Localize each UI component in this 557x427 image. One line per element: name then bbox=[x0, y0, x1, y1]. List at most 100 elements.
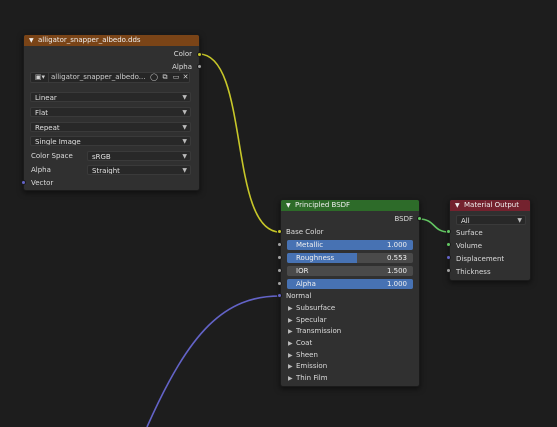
chevron-down-icon: ▼ bbox=[182, 138, 187, 145]
panel-coat[interactable]: ▶ Coat bbox=[288, 338, 312, 348]
material-output-node[interactable]: ▼ Material Output All ▼ Surface Volume Dis… bbox=[449, 199, 531, 281]
chevron-down-icon: ▼ bbox=[182, 109, 187, 116]
panel-emission[interactable]: ▶ Emission bbox=[288, 361, 327, 371]
vector-input-label: Vector bbox=[31, 179, 54, 187]
panel-label: Thin Film bbox=[296, 374, 328, 382]
principled-bsdf-node[interactable]: ▼ Principled BSDF BSDF Base Color Metalli… bbox=[280, 199, 420, 387]
material-output-title: Material Output bbox=[464, 201, 519, 209]
chevron-down-icon: ▼ bbox=[182, 167, 187, 174]
bsdf-output-label: BSDF bbox=[394, 215, 413, 223]
volume-input-socket[interactable] bbox=[446, 242, 451, 247]
base-color-label: Base Color bbox=[286, 228, 324, 236]
color-output-label: Color bbox=[173, 50, 192, 58]
chevron-down-icon: ▼ bbox=[517, 217, 522, 224]
chevron-right-icon: ▶ bbox=[288, 340, 293, 347]
color-output-socket[interactable] bbox=[197, 52, 202, 57]
extension-dropdown[interactable]: Repeat ▼ bbox=[30, 122, 191, 132]
close-icon[interactable]: ✕ bbox=[181, 73, 190, 82]
ior-value: 1.500 bbox=[386, 267, 407, 275]
alpha-mode-dropdown[interactable]: Straight ▼ bbox=[87, 165, 191, 175]
interpolation-dropdown[interactable]: Linear ▼ bbox=[30, 92, 191, 102]
normal-input-socket[interactable] bbox=[277, 293, 282, 298]
image-browse-icon[interactable]: ▣▾ bbox=[32, 73, 49, 82]
roughness-value: 0.553 bbox=[386, 254, 407, 262]
panel-label: Transmission bbox=[296, 327, 342, 335]
extension-value: Repeat bbox=[35, 124, 60, 132]
alpha-mode-label: Alpha bbox=[31, 166, 51, 174]
projection-dropdown[interactable]: Flat ▼ bbox=[30, 107, 191, 117]
collapse-chevron-icon[interactable]: ▼ bbox=[29, 35, 38, 46]
panel-sheen[interactable]: ▶ Sheen bbox=[288, 350, 318, 360]
alpha-value: 1.000 bbox=[386, 280, 407, 288]
alpha-label: Alpha bbox=[296, 280, 316, 288]
thickness-input-label: Thickness bbox=[456, 268, 491, 276]
panel-subsurface[interactable]: ▶ Subsurface bbox=[288, 303, 335, 313]
chevron-right-icon: ▶ bbox=[288, 328, 293, 335]
metallic-value: 1.000 bbox=[386, 241, 407, 249]
ior-input-socket[interactable] bbox=[277, 268, 282, 273]
volume-input-label: Volume bbox=[456, 242, 483, 250]
alpha-output-label: Alpha bbox=[172, 63, 192, 71]
new-image-icon[interactable]: ⧉ bbox=[160, 73, 170, 82]
thickness-input-socket[interactable] bbox=[446, 268, 451, 273]
source-value: Single Image bbox=[35, 138, 81, 146]
color-space-label: Color Space bbox=[31, 152, 73, 160]
source-dropdown[interactable]: Single Image ▼ bbox=[30, 136, 191, 146]
open-folder-icon[interactable]: ▭ bbox=[171, 73, 181, 82]
surface-input-socket[interactable] bbox=[446, 229, 451, 234]
metallic-label: Metallic bbox=[296, 241, 324, 249]
metallic-slider[interactable]: Metallic 1.000 bbox=[287, 240, 413, 250]
metallic-input-socket[interactable] bbox=[277, 242, 282, 247]
collapse-chevron-icon[interactable]: ▼ bbox=[286, 200, 295, 211]
projection-value: Flat bbox=[35, 109, 49, 117]
principled-bsdf-header[interactable]: ▼ Principled BSDF bbox=[281, 200, 419, 211]
target-dropdown[interactable]: All ▼ bbox=[456, 215, 526, 225]
interpolation-value: Linear bbox=[35, 94, 57, 102]
vector-input-socket[interactable] bbox=[21, 180, 26, 185]
fake-user-shield-icon[interactable]: ◯ bbox=[149, 73, 159, 82]
bsdf-output-socket[interactable] bbox=[417, 216, 422, 221]
displacement-input-label: Displacement bbox=[456, 255, 505, 263]
panel-label: Sheen bbox=[296, 351, 318, 359]
link-bsdf-to-surface[interactable] bbox=[418, 218, 450, 233]
roughness-input-socket[interactable] bbox=[277, 255, 282, 260]
chevron-down-icon: ▼ bbox=[182, 124, 187, 131]
panel-transmission[interactable]: ▶ Transmission bbox=[288, 326, 341, 336]
roughness-slider[interactable]: Roughness 0.553 bbox=[287, 253, 413, 263]
ior-slider[interactable]: IOR 1.500 bbox=[287, 266, 413, 276]
principled-bsdf-title: Principled BSDF bbox=[295, 201, 351, 209]
color-space-dropdown[interactable]: sRGB ▼ bbox=[87, 151, 191, 161]
chevron-right-icon: ▶ bbox=[288, 363, 293, 370]
panel-label: Specular bbox=[296, 316, 327, 324]
link-to-normal[interactable] bbox=[146, 295, 281, 427]
chevron-right-icon: ▶ bbox=[288, 305, 293, 312]
chevron-right-icon: ▶ bbox=[288, 317, 293, 324]
panel-label: Emission bbox=[296, 362, 328, 370]
chevron-right-icon: ▶ bbox=[288, 352, 293, 359]
normal-label: Normal bbox=[286, 292, 312, 300]
color-space-value: sRGB bbox=[92, 153, 111, 161]
panel-thin-film[interactable]: ▶ Thin Film bbox=[288, 373, 328, 383]
surface-input-label: Surface bbox=[456, 229, 483, 237]
panel-specular[interactable]: ▶ Specular bbox=[288, 315, 327, 325]
collapse-chevron-icon[interactable]: ▼ bbox=[455, 200, 464, 211]
base-color-input-socket[interactable] bbox=[277, 229, 282, 234]
alpha-input-socket[interactable] bbox=[277, 281, 282, 286]
image-selector[interactable]: ▣▾ alligator_snapper_albedo.... ◯ ⧉ ▭ ✕ bbox=[30, 72, 190, 83]
link-color-to-base-color[interactable] bbox=[198, 53, 281, 233]
chevron-down-icon: ▼ bbox=[182, 94, 187, 101]
roughness-label: Roughness bbox=[296, 254, 335, 262]
image-texture-node[interactable]: ▼ alligator_snapper_albedo.dds Color Alph… bbox=[23, 34, 200, 191]
material-output-header[interactable]: ▼ Material Output bbox=[450, 200, 530, 211]
alpha-mode-value: Straight bbox=[92, 167, 120, 175]
image-texture-header[interactable]: ▼ alligator_snapper_albedo.dds bbox=[24, 35, 199, 46]
panel-label: Coat bbox=[296, 339, 313, 347]
displacement-input-socket[interactable] bbox=[446, 255, 451, 260]
panel-label: Subsurface bbox=[296, 304, 336, 312]
image-texture-title: alligator_snapper_albedo.dds bbox=[38, 36, 141, 44]
alpha-slider[interactable]: Alpha 1.000 bbox=[287, 279, 413, 289]
image-name-field[interactable]: alligator_snapper_albedo.... bbox=[51, 73, 146, 82]
chevron-down-icon: ▼ bbox=[182, 153, 187, 160]
chevron-right-icon: ▶ bbox=[288, 375, 293, 382]
alpha-output-socket[interactable] bbox=[197, 64, 202, 69]
